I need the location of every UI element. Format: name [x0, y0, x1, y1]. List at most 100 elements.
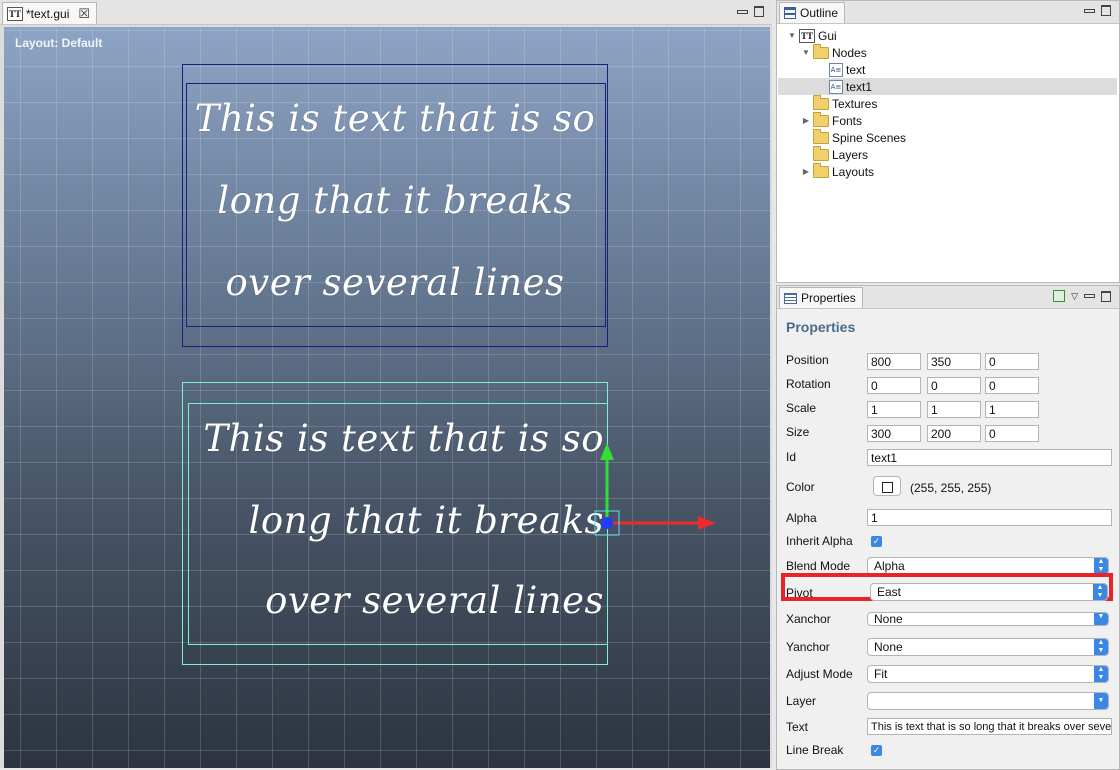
- tree-item-gui[interactable]: ▼ TT Gui: [787, 27, 837, 44]
- maximize-icon[interactable]: [754, 6, 764, 17]
- pivot-select[interactable]: East ▲ ▼: [870, 583, 1108, 601]
- adjust-mode-value: Fit: [874, 667, 888, 681]
- chevron-down-icon: ▼: [1094, 693, 1108, 709]
- properties-window-controls: ▽: [1053, 290, 1111, 302]
- tree-item-text1[interactable]: A≡ text1: [778, 78, 1117, 95]
- scale-x-field[interactable]: 1: [867, 401, 921, 418]
- rotation-x-field[interactable]: 0: [867, 377, 921, 394]
- view-menu-icon[interactable]: ▽: [1071, 291, 1078, 302]
- tree-item-layouts[interactable]: ▶ Layouts: [801, 162, 875, 180]
- position-z-field[interactable]: 0: [985, 353, 1039, 370]
- select-arrows-icon: ▲ ▼: [1094, 666, 1108, 682]
- folder-icon: [813, 145, 829, 161]
- minimize-icon[interactable]: [1084, 8, 1095, 13]
- color-label: Color: [786, 480, 815, 494]
- text-node-icon: A≡: [829, 79, 843, 94]
- text-field[interactable]: This is text that is so long that it bre…: [867, 718, 1112, 735]
- select-arrows-icon: ▲ ▼: [1093, 584, 1107, 600]
- blend-mode-value: Alpha: [874, 559, 905, 573]
- rotation-y-field[interactable]: 0: [927, 377, 981, 394]
- outline-tabbar: Outline: [777, 1, 1119, 24]
- id-label: Id: [786, 450, 797, 464]
- expanded-triangle-icon[interactable]: ▼: [787, 31, 797, 40]
- text-node-line-1: This is text that is so: [194, 97, 596, 140]
- rotation-z-field[interactable]: 0: [985, 377, 1039, 394]
- alpha-field[interactable]: 1: [867, 509, 1112, 526]
- folder-icon: [813, 162, 829, 178]
- tree-label-gui: Gui: [818, 28, 837, 43]
- tree-label-nodes: Nodes: [832, 45, 867, 60]
- id-field[interactable]: text1: [867, 449, 1112, 466]
- tree-item-fonts[interactable]: ▶ Fonts: [801, 111, 863, 129]
- size-x-field[interactable]: 300: [867, 425, 921, 442]
- text1-node-line-1: This is text that is so: [203, 417, 604, 460]
- tab-text-gui[interactable]: TT *text.gui ☒: [2, 2, 98, 24]
- tree-item-spine-scenes[interactable]: Spine Scenes: [813, 128, 907, 146]
- maximize-icon[interactable]: [1101, 5, 1111, 16]
- tree-item-nodes[interactable]: ▼ Nodes: [801, 43, 867, 61]
- move-gizmo[interactable]: [564, 407, 724, 547]
- xanchor-value: None: [874, 612, 903, 626]
- y-arrow-icon[interactable]: [600, 443, 614, 460]
- tree-label-layouts: Layouts: [832, 164, 875, 179]
- rotation-label: Rotation: [786, 377, 831, 391]
- color-picker-button[interactable]: [873, 476, 901, 496]
- outline-window-controls: [1084, 5, 1111, 16]
- properties-icon: [784, 292, 797, 304]
- layer-select[interactable]: ▼: [867, 692, 1109, 710]
- position-y-field[interactable]: 350: [927, 353, 981, 370]
- scene-viewport[interactable]: Layout: Default This is text that is so …: [4, 27, 770, 768]
- x-arrow-icon[interactable]: [698, 516, 716, 530]
- tree-label-text: text: [846, 62, 866, 77]
- properties-panel: Properties ▽ Properties Position 800 350…: [776, 285, 1120, 770]
- collapsed-triangle-icon[interactable]: ▶: [801, 116, 811, 125]
- close-icon[interactable]: ☒: [78, 6, 90, 22]
- tab-properties[interactable]: Properties: [779, 287, 863, 308]
- tree-label-fonts: Fonts: [832, 113, 863, 128]
- inherit-alpha-checkbox[interactable]: ✓: [871, 536, 882, 547]
- collapsed-triangle-icon[interactable]: ▶: [801, 167, 811, 176]
- text-node-icon: A≡: [829, 62, 843, 77]
- line-break-checkbox[interactable]: ✓: [871, 745, 882, 756]
- text1-node-line-3: over several lines: [265, 579, 604, 622]
- folder-icon: [813, 111, 829, 127]
- layer-label: Layer: [786, 694, 817, 708]
- editor-tabbar: TT *text.gui ☒: [0, 0, 772, 25]
- tree-label-textures: Textures: [832, 96, 878, 111]
- alpha-label: Alpha: [786, 511, 817, 525]
- text1-node-line-2: long that it breaks: [248, 499, 604, 542]
- color-value: (255, 255, 255): [910, 481, 992, 495]
- size-z-field[interactable]: 0: [985, 425, 1039, 442]
- adjust-mode-select[interactable]: Fit ▲ ▼: [867, 665, 1109, 683]
- yanchor-select[interactable]: None ▲ ▼: [867, 638, 1109, 656]
- tab-outline[interactable]: Outline: [779, 2, 846, 23]
- xanchor-label: Xanchor: [786, 612, 831, 626]
- properties-heading: Properties: [786, 319, 856, 335]
- minimize-icon[interactable]: [737, 9, 748, 14]
- minimize-icon[interactable]: [1084, 294, 1095, 298]
- scale-y-field[interactable]: 1: [927, 401, 981, 418]
- tree-item-textures[interactable]: Textures: [813, 94, 878, 112]
- size-y-field[interactable]: 200: [927, 425, 981, 442]
- position-x-field[interactable]: 800: [867, 353, 921, 370]
- scale-z-field[interactable]: 1: [985, 401, 1039, 418]
- xanchor-select[interactable]: None ▼: [867, 612, 1109, 626]
- maximize-icon[interactable]: [1101, 290, 1111, 302]
- pivot-value: East: [877, 585, 902, 599]
- yanchor-label: Yanchor: [786, 640, 830, 654]
- outline-panel: Outline ▼ TT Gui ▼ Nodes A≡ text A≡ text…: [776, 0, 1120, 283]
- tree-label-spine-scenes: Spine Scenes: [832, 130, 907, 145]
- tree-item-text[interactable]: A≡ text: [829, 61, 865, 78]
- tree-item-layers[interactable]: Layers: [813, 145, 868, 163]
- pivot-point[interactable]: [601, 517, 613, 529]
- pivot-label: Pivot: [786, 586, 813, 600]
- folder-icon: [813, 94, 829, 110]
- color-swatch: [882, 482, 893, 493]
- scene-editor: TT *text.gui ☒ Layout: Default This is t…: [0, 0, 772, 768]
- expanded-triangle-icon[interactable]: ▼: [801, 48, 811, 57]
- pin-icon[interactable]: [1053, 290, 1066, 302]
- editor-window-controls: [737, 6, 764, 17]
- adjust-mode-label: Adjust Mode: [786, 667, 853, 681]
- select-arrows-icon: ▼: [1094, 613, 1108, 625]
- tab-label: *text.gui: [26, 6, 70, 21]
